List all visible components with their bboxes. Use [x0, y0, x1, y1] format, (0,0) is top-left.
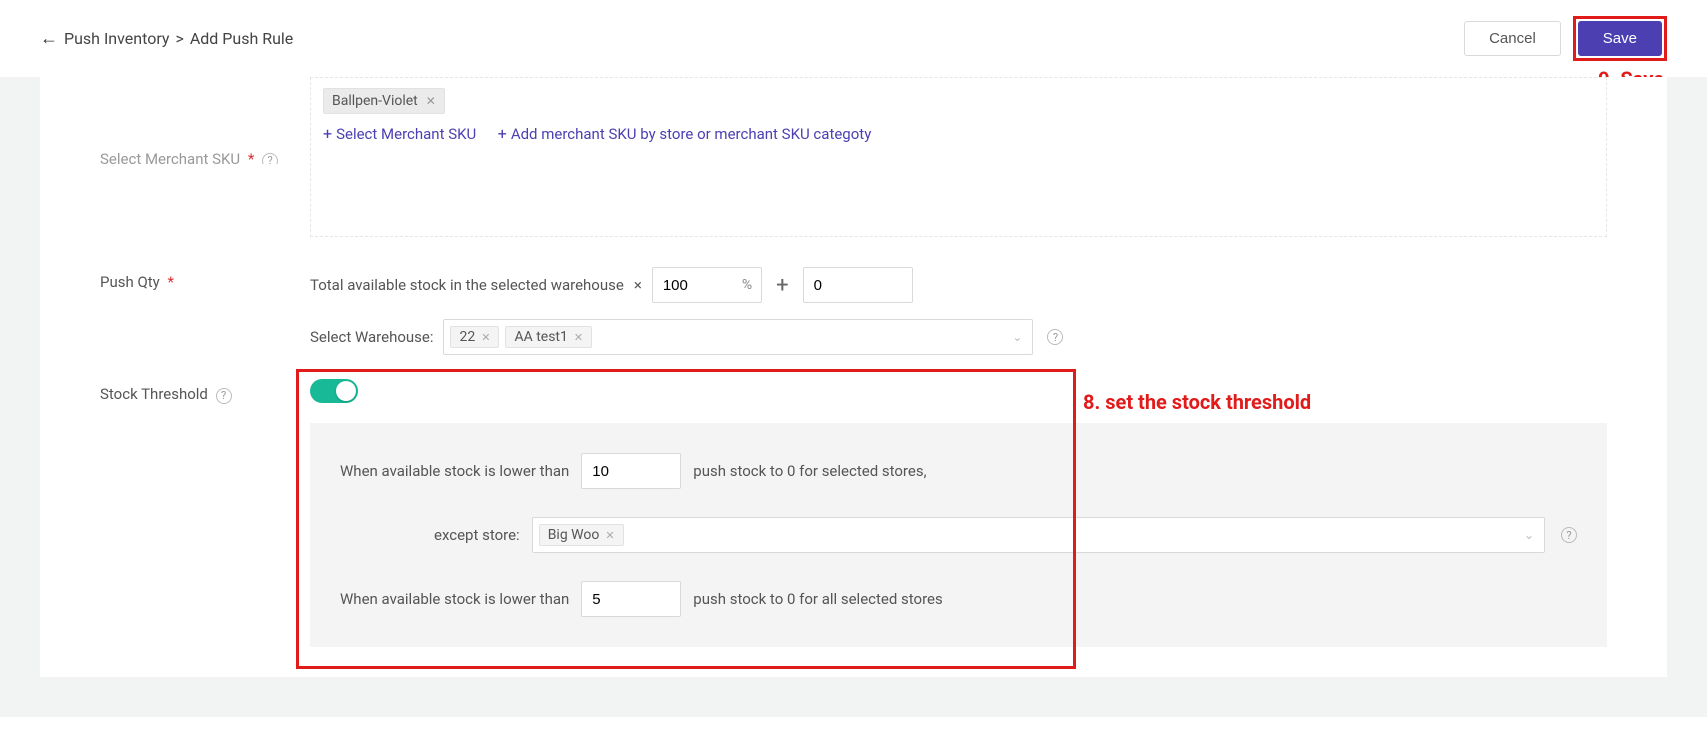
plus-icon: + [323, 124, 332, 143]
back-arrow-icon[interactable]: ← [40, 28, 58, 49]
toggle-knob [336, 381, 356, 401]
except-store-tag-label: Big Woo [548, 527, 600, 543]
pushqty-prefix: Total available stock in the selected wa… [310, 276, 624, 294]
select-sku-link-label: Select Merchant SKU [336, 125, 476, 143]
warehouse-tag: AA test1 ✕ [505, 326, 592, 348]
required-mark: * [248, 150, 254, 164]
chevron-down-icon: ⌄ [1012, 330, 1022, 344]
threshold-control: When available stock is lower than push … [310, 379, 1607, 647]
percent-sign: % [742, 277, 752, 293]
add-sku-link[interactable]: + Add merchant SKU by store or merchant … [498, 124, 872, 143]
help-icon[interactable]: ? [216, 388, 232, 404]
close-icon[interactable]: ✕ [605, 529, 614, 542]
thr2-text-a: When available stock is lower than [340, 590, 569, 608]
help-icon[interactable]: ? [262, 153, 278, 165]
sku-box: Ballpen-Violet ✕ + Select Merchant SKU +… [310, 77, 1607, 237]
close-icon[interactable]: ✕ [481, 331, 490, 344]
cancel-button[interactable]: Cancel [1464, 21, 1561, 56]
warehouse-label: Select Warehouse: [310, 328, 433, 346]
thr2-text-b: push stock to 0 for all selected stores [693, 590, 942, 608]
breadcrumb: ← Push Inventory > Add Push Rule [40, 28, 293, 49]
warehouse-row: Select Warehouse: 22 ✕ AA test1 ✕ ⌄ ? [310, 319, 1607, 355]
save-button[interactable]: Save [1578, 21, 1662, 56]
warehouse-tag-label: AA test1 [514, 329, 567, 345]
offset-input[interactable] [803, 267, 913, 303]
chevron-down-icon: ⌄ [1524, 528, 1534, 542]
pushqty-row: Push Qty * Total available stock in the … [100, 243, 1607, 355]
sku-row: Select Merchant SKU * ? Ballpen-Violet ✕… [100, 77, 1607, 243]
required-mark: * [168, 273, 174, 291]
close-icon[interactable]: ✕ [426, 94, 436, 108]
breadcrumb-sep: > [175, 29, 183, 48]
thr2-input[interactable] [581, 581, 681, 617]
thr1-input[interactable] [581, 453, 681, 489]
thr1-text-a: When available stock is lower than [340, 462, 569, 480]
threshold-rule-1: When available stock is lower than push … [340, 453, 1577, 489]
pushqty-control: Total available stock in the selected wa… [310, 267, 1607, 355]
annotation-save-box: Save 9. Save [1573, 16, 1667, 61]
sku-chip: Ballpen-Violet ✕ [323, 88, 445, 114]
form-card: Select Merchant SKU * ? Ballpen-Violet ✕… [40, 77, 1667, 677]
threshold-row: Stock Threshold ? When available stock i… [100, 355, 1607, 647]
threshold-label: Stock Threshold ? [100, 379, 310, 404]
plus-icon: + [498, 124, 507, 143]
multiply-icon: × [634, 276, 642, 294]
breadcrumb-parent[interactable]: Push Inventory [64, 29, 169, 48]
sku-label-cut: Select Merchant SKU * ? [100, 150, 310, 164]
help-icon[interactable]: ? [1561, 527, 1577, 543]
annotation-threshold-text: 8. set the stock threshold [1083, 390, 1311, 414]
pushqty-formula: Total available stock in the selected wa… [310, 267, 1607, 303]
except-store-tag: Big Woo ✕ [539, 524, 624, 546]
close-icon[interactable]: ✕ [574, 331, 583, 344]
except-store-select[interactable]: Big Woo ✕ ⌄ [532, 517, 1545, 553]
help-icon[interactable]: ? [1047, 329, 1063, 345]
topbar: ← Push Inventory > Add Push Rule Cancel … [0, 0, 1707, 77]
warehouse-tag-label: 22 [459, 329, 475, 345]
threshold-rule-2: When available stock is lower than push … [340, 581, 1577, 617]
threshold-box: When available stock is lower than push … [310, 423, 1607, 647]
thr1-text-b: push stock to 0 for selected stores, [693, 462, 926, 480]
warehouse-select[interactable]: 22 ✕ AA test1 ✕ ⌄ [443, 319, 1033, 355]
select-sku-link[interactable]: + Select Merchant SKU [323, 124, 476, 143]
except-label: except store: [434, 526, 520, 544]
pushqty-label: Push Qty * [100, 267, 310, 291]
warehouse-tag: 22 ✕ [450, 326, 499, 348]
sku-control: Ballpen-Violet ✕ + Select Merchant SKU +… [310, 77, 1607, 237]
sku-chip-label: Ballpen-Violet [332, 93, 418, 109]
topbar-actions: Cancel Save 9. Save [1464, 16, 1667, 61]
plus-operator: + [776, 273, 788, 298]
sku-links-row: + Select Merchant SKU + Add merchant SKU… [323, 114, 1594, 143]
breadcrumb-current: Add Push Rule [190, 29, 293, 48]
threshold-toggle[interactable] [310, 379, 358, 403]
page-body: Select Merchant SKU * ? Ballpen-Violet ✕… [0, 77, 1707, 717]
add-sku-link-label: Add merchant SKU by store or merchant SK… [511, 125, 871, 143]
except-store-row: except store: Big Woo ✕ ⌄ ? [340, 517, 1577, 553]
